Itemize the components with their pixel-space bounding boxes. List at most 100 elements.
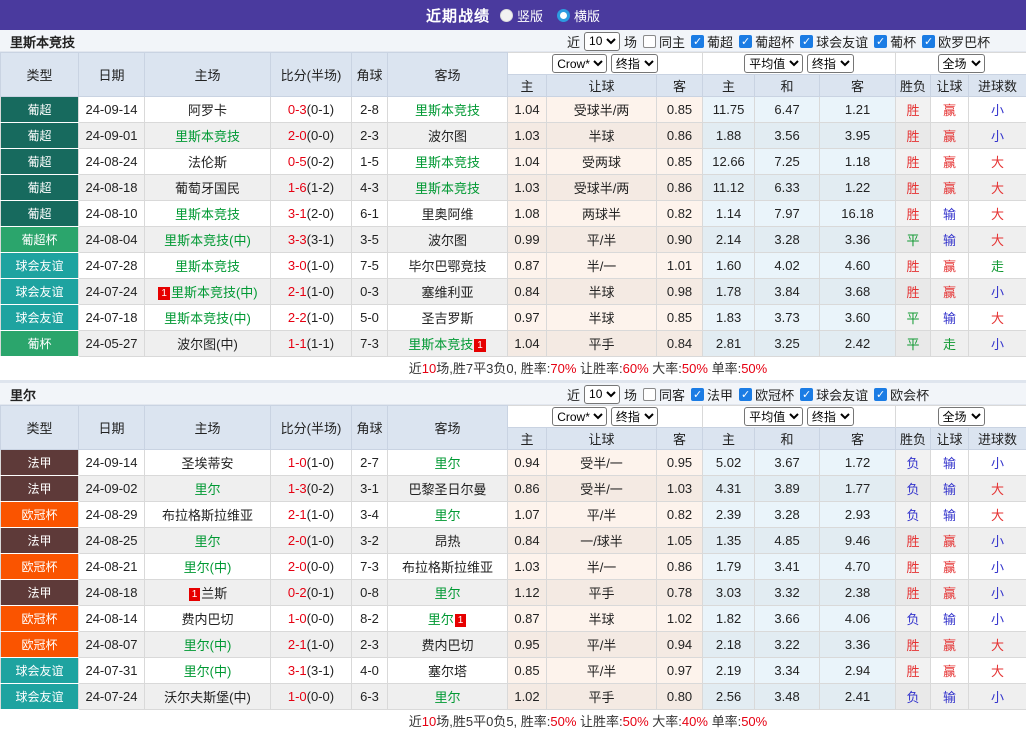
result-goals: 小 [969,97,1026,123]
handicap-away-odds: 1.01 [657,253,703,279]
europe-away-odds: 2.42 [820,331,896,357]
score-cell: 1-0(0-0) [271,606,352,632]
result-outcome: 负 [896,684,931,710]
score-cell: 3-1(2-0) [271,201,352,227]
recent-count-select[interactable]: 10 [584,385,620,404]
team-cell: 塞尔塔 [388,658,508,684]
team-name-text: 里斯本竞技 [415,103,480,118]
result-outcome: 胜 [896,97,931,123]
column-header: 日期 [79,406,145,450]
handicap-home-odds: 1.02 [508,684,547,710]
europe-draw-odds: 4.02 [755,253,820,279]
table-row: 球会友谊24-07-28里斯本竞技3-0(1-0)7-5毕尔巴鄂竞技0.87半/… [1,253,1026,279]
column-header: 主场 [145,406,271,450]
red-card-badge: 1 [158,287,170,300]
final-odds-select[interactable]: 终指 [807,407,854,426]
radio-vertical[interactable]: 竖版 [500,6,543,25]
result-handicap: 输 [931,684,969,710]
radio-unselected-icon[interactable] [557,9,570,22]
league-checkbox[interactable]: ✓ [922,35,935,48]
average-select[interactable]: 平均值 [744,54,803,73]
team-cell: 1兰斯 [145,580,271,606]
final-odds-select[interactable]: 终指 [611,54,658,73]
near-label: 近 [567,385,580,404]
halftime-score: (1-0) [307,507,334,522]
average-select[interactable]: 平均值 [744,407,803,426]
match-date: 24-08-25 [79,528,145,554]
league-checkbox[interactable]: ✓ [739,35,752,48]
summary-stat-value: 50% [741,714,767,729]
result-goals: 大 [969,227,1026,253]
league-checkbox[interactable]: ✓ [691,388,704,401]
scope-select[interactable]: 全场 [938,54,985,73]
focus-team-cell: 里尔 [388,502,508,528]
same-venue-checkbox[interactable] [643,35,656,48]
result-goals: 大 [969,201,1026,227]
corners-cell: 5-0 [352,305,388,331]
result-group-header: 全场 [896,53,1026,75]
league-checkbox[interactable]: ✓ [739,388,752,401]
europe-draw-odds: 3.84 [755,279,820,305]
europe-away-odds: 3.36 [820,632,896,658]
table-row: 葡超24-08-18葡萄牙国民1-6(1-2)4-3里斯本竞技1.03受球半/两… [1,175,1026,201]
handicap-line: 受两球 [547,149,657,175]
result-outcome: 胜 [896,175,931,201]
league-checkbox[interactable]: ✓ [691,35,704,48]
handicap-line: 半球 [547,279,657,305]
team-name-text: 里尔(中) [184,560,232,575]
recent-count-select[interactable]: 10 [584,32,620,51]
radio-horizontal[interactable]: 横版 [557,6,600,25]
column-header: 主场 [145,53,271,97]
europe-away-odds: 2.38 [820,580,896,606]
result-handicap: 输 [931,227,969,253]
halftime-score: (1-0) [307,258,334,273]
team-name-text: 塞尔塔 [428,664,467,679]
odds-source-select[interactable]: Crow* [552,54,607,73]
corners-cell: 6-1 [352,201,388,227]
summary-text: 让胜率: [576,361,622,376]
sub-column-header: 客 [657,75,703,97]
corners-cell: 7-3 [352,331,388,357]
red-card-badge: 1 [189,588,201,601]
league-checkbox[interactable]: ✓ [874,388,887,401]
handicap-home-odds: 0.86 [508,476,547,502]
europe-draw-odds: 3.28 [755,502,820,528]
score-cell: 3-1(3-1) [271,658,352,684]
summary-text: 单率: [708,361,741,376]
score-cell: 1-3(0-2) [271,476,352,502]
radio-selected-icon[interactable] [500,9,513,22]
table-row: 葡超24-09-01里斯本竞技2-0(0-0)2-3波尔图1.03半球0.861… [1,123,1026,149]
handicap-home-odds: 1.07 [508,502,547,528]
handicap-away-odds: 0.85 [657,305,703,331]
same-venue-checkbox[interactable] [643,388,656,401]
europe-home-odds: 1.14 [703,201,755,227]
table-row: 葡超杯24-08-04里斯本竞技(中)3-3(3-1)3-5波尔图0.99平/半… [1,227,1026,253]
league-checkbox[interactable]: ✓ [800,388,813,401]
handicap-line: 平手 [547,580,657,606]
focus-team-cell: 里斯本竞技 [388,97,508,123]
score-cell: 2-1(1-0) [271,632,352,658]
team-name-text: 里斯本竞技 [408,337,473,352]
handicap-line: 平手 [547,331,657,357]
team-cell: 塞维利亚 [388,279,508,305]
final-odds-select[interactable]: 终指 [611,407,658,426]
final-odds-select[interactable]: 终指 [807,54,854,73]
team-name-text: 里尔(中) [184,664,232,679]
league-badge: 葡超杯 [1,227,79,253]
sub-column-header: 主 [703,428,755,450]
league-badge: 球会友谊 [1,253,79,279]
halftime-score: (1-0) [307,637,334,652]
score-cell: 3-0(1-0) [271,253,352,279]
focus-team-cell: 里尔1 [388,606,508,632]
europe-away-odds: 2.93 [820,502,896,528]
handicap-home-odds: 1.04 [508,331,547,357]
scope-select[interactable]: 全场 [938,407,985,426]
halftime-score: (1-0) [307,310,334,325]
league-checkbox[interactable]: ✓ [874,35,887,48]
team-cell: 毕尔巴鄂竞技 [388,253,508,279]
odds-source-select[interactable]: Crow* [552,407,607,426]
halftime-score: (2-0) [307,206,334,221]
league-checkbox[interactable]: ✓ [800,35,813,48]
fulltime-score: 0-2 [288,585,307,600]
handicap-away-odds: 0.95 [657,450,703,476]
